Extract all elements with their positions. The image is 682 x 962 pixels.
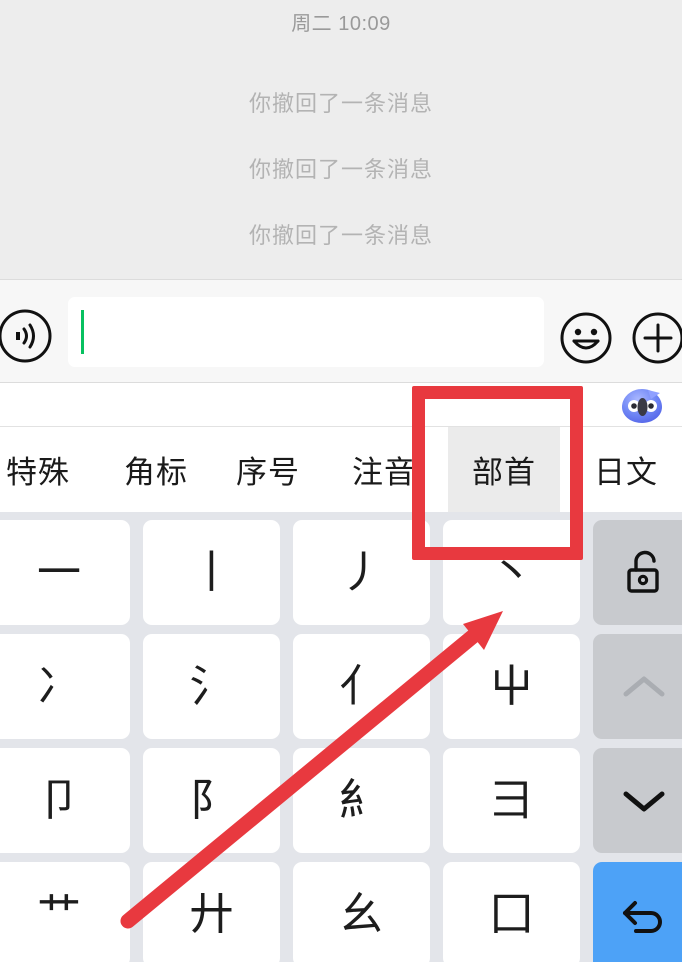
key-radical[interactable]: 幺 xyxy=(293,862,430,962)
sogou-bird-logo-icon[interactable] xyxy=(620,387,664,425)
tab-label: 注音 xyxy=(352,455,416,490)
tab-xuhao[interactable]: 序号 xyxy=(212,427,324,512)
tab-label: 部首 xyxy=(472,455,536,490)
key-radical[interactable]: 彐 xyxy=(443,748,580,853)
tab-teshu[interactable]: 特殊 xyxy=(0,427,100,512)
key-label: 冫 xyxy=(37,660,81,712)
key-label: 廾 xyxy=(189,888,234,940)
radical-keyboard: 一 丨 丿 丶 冫 氵 亻 屮 卩 阝 糹 彐 艹 廾 幺 囗 xyxy=(0,512,682,962)
tab-label: 序号 xyxy=(236,455,300,490)
unlock-icon xyxy=(626,550,659,593)
key-radical[interactable]: 冫 xyxy=(0,634,130,739)
tab-label: 日文 xyxy=(594,455,658,490)
chevron-up-icon xyxy=(623,676,664,696)
page-down-key[interactable] xyxy=(593,748,682,853)
voice-input-button[interactable] xyxy=(0,309,52,363)
key-label: 屮 xyxy=(489,660,534,712)
key-radical[interactable]: 亻 xyxy=(293,634,430,739)
key-radical[interactable]: 氵 xyxy=(143,634,280,739)
page-up-key[interactable] xyxy=(593,634,682,739)
system-notice: 你撤回了一条消息 xyxy=(248,223,433,248)
key-label: 幺 xyxy=(339,888,384,940)
text-cursor xyxy=(81,310,84,354)
plus-circle-icon xyxy=(632,312,682,364)
key-label: 丨 xyxy=(189,546,234,598)
tab-riwen[interactable]: 日文 xyxy=(570,427,682,512)
key-radical[interactable]: 廾 xyxy=(143,862,280,962)
key-label: 囗 xyxy=(489,888,534,940)
more-functions-button[interactable] xyxy=(632,312,682,364)
message-text-input[interactable] xyxy=(68,297,544,367)
return-arrow-icon xyxy=(622,901,662,933)
voice-wave-icon xyxy=(0,309,52,363)
key-label: 丶 xyxy=(489,546,534,598)
screen: 周二 10:09 你撤回了一条消息 你撤回了一条消息 你撤回了一条消息 特殊 角… xyxy=(0,0,682,962)
tab-bushou[interactable]: 部首 xyxy=(448,427,560,512)
chat-timestamp: 周二 10:09 xyxy=(291,13,391,35)
key-label: 艹 xyxy=(37,888,81,940)
tab-zhuyin[interactable]: 注音 xyxy=(328,427,440,512)
key-radical[interactable]: 糹 xyxy=(293,748,430,853)
key-radical[interactable]: 一 xyxy=(0,520,130,625)
key-radical[interactable]: 囗 xyxy=(443,862,580,962)
emoji-button[interactable] xyxy=(560,312,612,364)
tab-jiaobiao[interactable]: 角标 xyxy=(100,427,212,512)
key-label: 卩 xyxy=(37,774,81,826)
key-label: 一 xyxy=(37,546,81,598)
chat-message-area: 周二 10:09 你撤回了一条消息 你撤回了一条消息 你撤回了一条消息 xyxy=(0,0,682,279)
key-radical[interactable]: 卩 xyxy=(0,748,130,853)
system-notice: 你撤回了一条消息 xyxy=(248,157,433,182)
return-key[interactable] xyxy=(593,862,682,962)
key-radical[interactable]: 阝 xyxy=(143,748,280,853)
key-radical[interactable]: 丿 xyxy=(293,520,430,625)
tab-label: 角标 xyxy=(124,455,188,490)
chevron-down-icon xyxy=(623,791,664,811)
key-radical[interactable]: 屮 xyxy=(443,634,580,739)
key-radical[interactable]: 艹 xyxy=(0,862,130,962)
key-label: 丿 xyxy=(339,546,384,598)
tab-label: 特殊 xyxy=(6,455,70,490)
smiley-face-icon xyxy=(560,312,612,364)
key-label: 糹 xyxy=(339,774,384,826)
key-radical[interactable]: 丨 xyxy=(143,520,280,625)
lock-key[interactable] xyxy=(593,520,682,625)
key-label: 氵 xyxy=(189,660,234,712)
key-radical[interactable]: 丶 xyxy=(443,520,580,625)
ime-toolbar xyxy=(0,383,682,427)
key-label: 彐 xyxy=(489,774,534,826)
key-label: 亻 xyxy=(339,660,384,712)
key-label: 阝 xyxy=(189,774,234,826)
message-input-bar xyxy=(0,279,682,383)
ime-category-tabs: 特殊 角标 序号 注音 部首 日文 xyxy=(0,427,682,512)
system-notice: 你撤回了一条消息 xyxy=(248,91,433,116)
